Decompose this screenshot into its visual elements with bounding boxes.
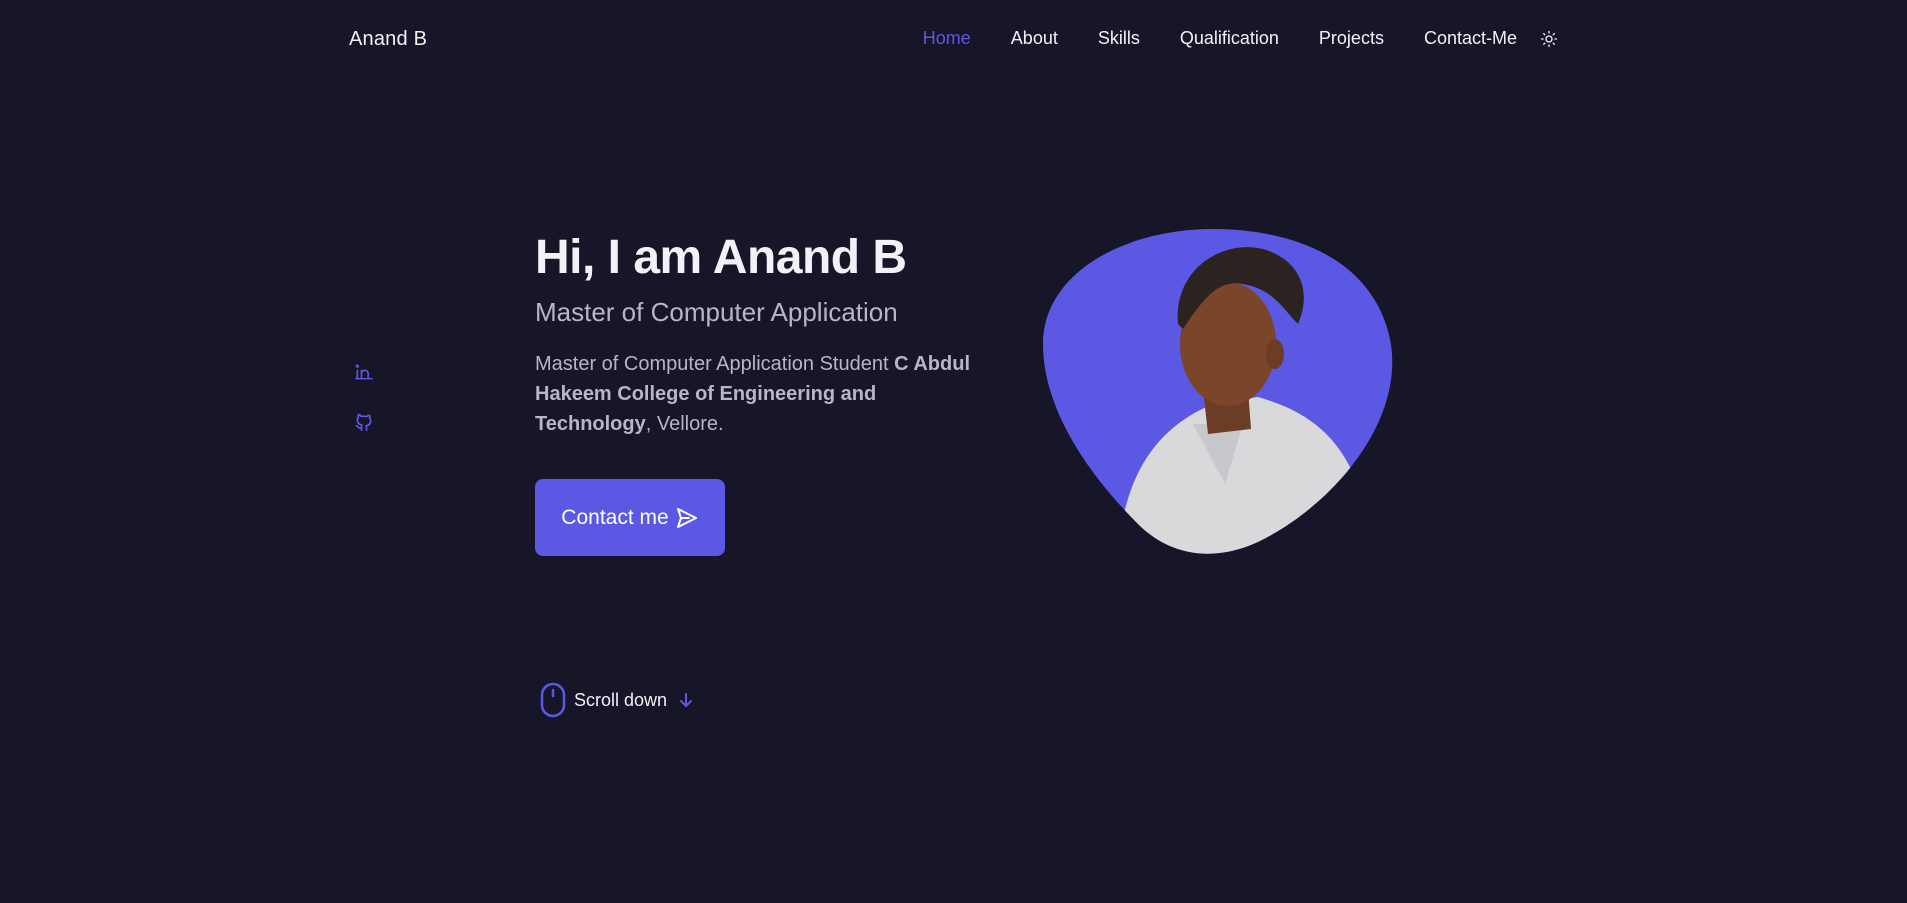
github-link[interactable] — [352, 410, 376, 434]
logo[interactable]: Anand B — [349, 28, 427, 51]
nav-contact-me[interactable]: Contact-Me — [1424, 28, 1517, 49]
nav-projects[interactable]: Projects — [1319, 28, 1384, 49]
nav-about[interactable]: About — [1011, 28, 1058, 49]
hero-description-suffix: , Vellore. — [645, 413, 724, 435]
nav-skills[interactable]: Skills — [1098, 28, 1140, 49]
hero-description-prefix: Master of Computer Application Student — [535, 353, 895, 375]
nav-home[interactable]: Home — [923, 28, 971, 49]
nav-menu: Home About Skills Qualification Projects… — [923, 28, 1559, 49]
sun-icon — [1540, 30, 1558, 47]
scroll-down-link[interactable]: Scroll down — [540, 682, 693, 718]
linkedin-link[interactable] — [352, 360, 376, 384]
nav-qualification[interactable]: Qualification — [1180, 28, 1279, 49]
header: Anand B Home About Skills Qualification … — [0, 0, 1907, 82]
send-icon — [676, 507, 697, 528]
contact-me-button[interactable]: Contact me — [535, 479, 725, 556]
linkedin-icon — [355, 364, 373, 380]
scroll-down-label: Scroll down — [574, 689, 668, 710]
social-links — [352, 360, 376, 460]
theme-toggle-button[interactable] — [1539, 29, 1559, 49]
arrow-down-icon — [680, 693, 693, 707]
profile-image — [1043, 229, 1393, 554]
hero-title: Hi, I am Anand B — [535, 231, 907, 284]
hero-description: Master of Computer Application Student C… — [535, 349, 975, 439]
hero-subtitle: Master of Computer Application — [535, 297, 898, 327]
contact-me-label: Contact me — [561, 505, 669, 529]
github-icon — [355, 413, 372, 432]
mouse-icon — [540, 682, 566, 718]
